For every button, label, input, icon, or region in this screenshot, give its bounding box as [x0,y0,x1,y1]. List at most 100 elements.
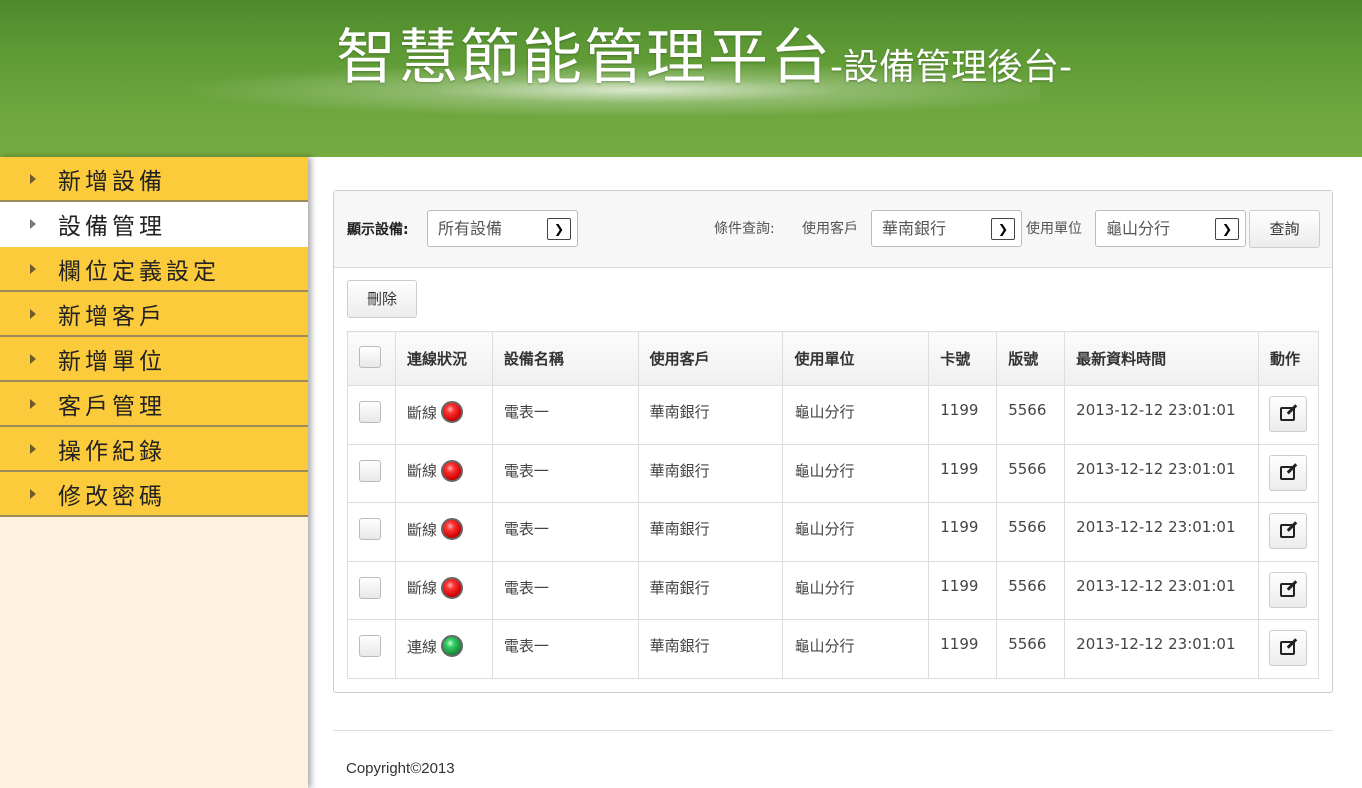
column-header[interactable]: 使用單位 [782,331,930,386]
status-light-icon [440,459,463,482]
triangle-right-icon [30,263,36,274]
device-table: 連線狀況 設備名稱 使用客戶 使用單位 卡號 版號 最新資料時間 動作 斷線 電… [347,331,1320,679]
edit-button[interactable] [1268,571,1307,608]
customer-cell: 華南銀行 [637,385,784,445]
unit-cell: 龜山分行 [782,443,930,504]
row-checkbox[interactable] [359,635,381,658]
action-cell [1257,443,1320,504]
time-cell: 2013-12-12 23:01:01 [1064,443,1259,504]
action-cell [1257,560,1320,621]
filter-bar: 顯示設備: 所有設備 ❯ 條件查詢: 使用客戶 華南銀行 ❯ 使用單位 龜山分行… [334,191,1332,268]
version-cell: 5566 [996,502,1066,562]
triangle-right-icon [30,353,36,364]
show-device-label: 顯示設備: [347,222,409,238]
chevron-down-icon[interactable]: ❯ [1215,218,1239,240]
card-cell: 1199 [928,619,998,679]
sidebar-item-label: 欄位定義設定 [58,258,220,285]
sidebar-item-customer-management[interactable]: 客戶管理 [0,382,308,427]
status-light-icon [440,635,463,658]
header-banner: 智慧節能管理平台 -設備管理後台- [0,0,1362,157]
edit-button[interactable] [1268,513,1307,550]
delete-button[interactable]: 刪除 [347,280,417,318]
column-header[interactable]: 最新資料時間 [1064,331,1259,386]
version-cell: 5566 [996,619,1066,679]
table-row: 斷線 電表一 華南銀行 龜山分行 1199 5566 2013-12-12 23… [347,385,1320,445]
version-cell: 5566 [996,560,1066,621]
table-row: 斷線 電表一 華南銀行 龜山分行 1199 5566 2013-12-12 23… [347,560,1320,621]
status-light-icon [440,576,463,599]
chevron-down-icon[interactable]: ❯ [991,218,1015,240]
version-cell: 5566 [996,385,1066,445]
sidebar-item-label: 操作紀錄 [58,438,166,465]
card-cell: 1199 [928,502,998,562]
sidebar-item-add-unit[interactable]: 新增單位 [0,337,308,382]
table-row: 斷線 電表一 華南銀行 龜山分行 1199 5566 2013-12-12 23… [347,502,1320,562]
status-cell: 連線 [394,619,493,679]
row-checkbox[interactable] [359,401,381,423]
customer-label: 使用客戶 [802,221,858,237]
sidebar-item-device-management[interactable]: 設備管理 [0,202,308,247]
triangle-right-icon [30,398,36,409]
status-light-icon [440,401,463,423]
row-select-cell [347,443,396,504]
triangle-right-icon [30,488,36,499]
time-cell: 2013-12-12 23:01:01 [1064,619,1259,679]
device-table-body: 斷線 電表一 華南銀行 龜山分行 1199 5566 2013-12-12 23… [347,385,1320,679]
condition-query-label: 條件查詢: [714,221,775,237]
row-select-cell [347,560,396,621]
action-cell [1257,619,1320,679]
row-checkbox[interactable] [359,459,381,482]
column-header[interactable]: 連線狀況 [394,331,493,386]
edit-button[interactable] [1268,454,1307,491]
row-select-cell [347,619,396,679]
row-checkbox[interactable] [359,518,381,541]
customer-cell: 華南銀行 [637,443,784,504]
column-header[interactable]: 版號 [996,331,1066,386]
sidebar-item-label: 修改密碼 [58,483,166,510]
triangle-right-icon [30,308,36,319]
table-row: 連線 電表一 華南銀行 龜山分行 1199 5566 2013-12-12 23… [347,619,1320,679]
sidebar-item-label: 設備管理 [58,213,166,240]
sidebar-item-field-definition[interactable]: 欄位定義設定 [0,247,308,292]
sidebar-item-change-password[interactable]: 修改密碼 [0,472,308,517]
unit-cell: 龜山分行 [782,619,930,679]
show-device-select[interactable]: 所有設備 ❯ [427,210,578,247]
customer-cell: 華南銀行 [637,502,784,562]
sidebar-item-add-device[interactable]: 新增設備 [0,157,308,202]
triangle-right-icon [30,173,36,184]
sidebar-item-operation-log[interactable]: 操作紀錄 [0,427,308,472]
unit-cell: 龜山分行 [782,560,930,621]
status-text: 斷線 [406,579,437,598]
table-header-row: 連線狀況 設備名稱 使用客戶 使用單位 卡號 版號 最新資料時間 動作 [347,331,1320,386]
footer-divider [333,730,1333,731]
query-button[interactable]: 查詢 [1249,210,1320,248]
edit-button[interactable] [1268,396,1307,432]
status-text: 斷線 [406,403,437,422]
customer-select[interactable]: 華南銀行 ❯ [871,210,1022,247]
chevron-down-icon[interactable]: ❯ [547,218,571,240]
device-name-cell: 電表一 [491,502,639,562]
show-device-value: 所有設備 [438,219,503,238]
copyright-text: Copyright©2013 [346,760,455,777]
unit-cell: 龜山分行 [782,502,930,562]
status-cell: 斷線 [394,385,493,445]
column-header[interactable]: 卡號 [928,331,998,386]
unit-label: 使用單位 [1026,221,1082,237]
time-cell: 2013-12-12 23:01:01 [1064,502,1259,562]
status-cell: 斷線 [394,502,493,562]
sidebar: 新增設備 設備管理 欄位定義設定 新增客戶 新增單位 客戶管理 操作紀錄 修改密… [0,157,308,788]
row-checkbox[interactable] [359,576,381,599]
sidebar-item-add-customer[interactable]: 新增客戶 [0,292,308,337]
triangle-right-icon [30,443,36,454]
sidebar-item-label: 客戶管理 [58,393,166,420]
status-text: 斷線 [406,462,437,481]
column-header[interactable]: 使用客戶 [637,331,784,386]
row-select-cell [347,385,396,445]
edit-button[interactable] [1268,630,1307,667]
column-header[interactable]: 設備名稱 [491,331,639,386]
unit-cell: 龜山分行 [782,385,930,445]
select-all-checkbox[interactable] [359,345,381,368]
card-cell: 1199 [928,560,998,621]
status-text: 連線 [406,637,437,656]
unit-select[interactable]: 龜山分行 ❯ [1095,210,1246,247]
